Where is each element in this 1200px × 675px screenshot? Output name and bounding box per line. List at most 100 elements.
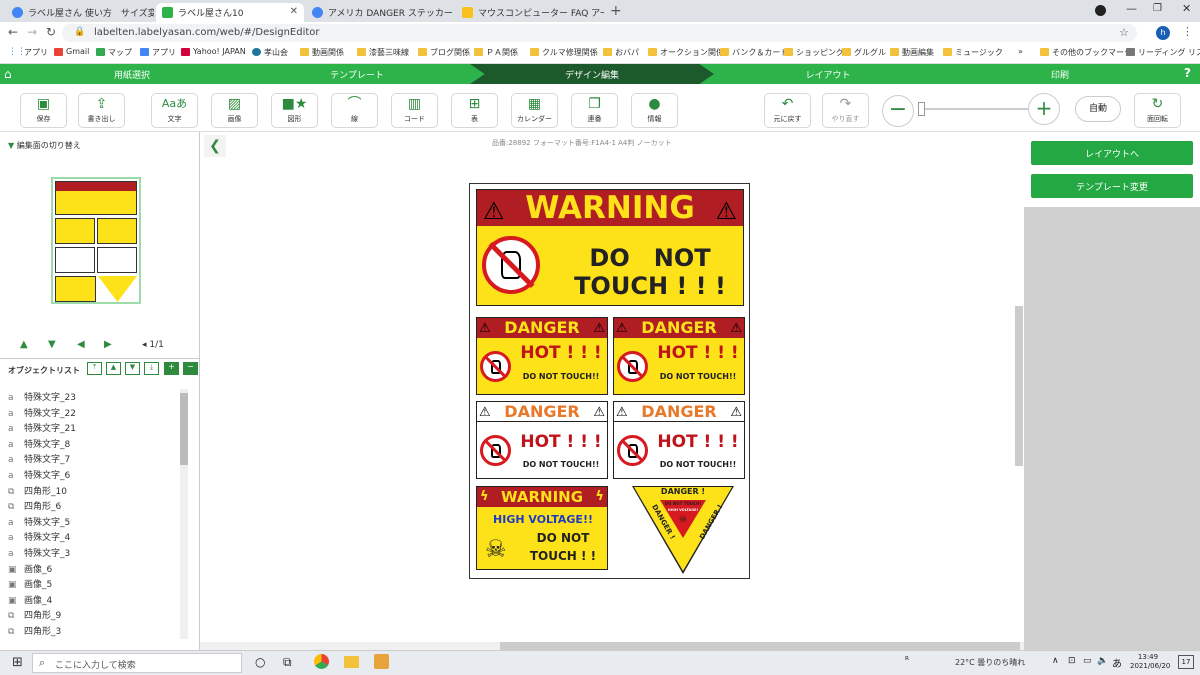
bookmark-folder[interactable]: その他のブックマーク <box>1040 47 1132 58</box>
text-button[interactable]: Aaあ 文字 <box>151 93 198 128</box>
maximize-icon[interactable]: ❐ <box>1153 3 1162 14</box>
info-button[interactable]: ● 情報 <box>631 93 678 128</box>
object-list-item[interactable]: a 特殊文字_22 <box>8 406 76 419</box>
change-template-button[interactable]: テンプレート変更 <box>1031 174 1193 198</box>
zoom-slider-track[interactable] <box>918 108 1028 110</box>
avatar[interactable]: h <box>1156 26 1170 40</box>
object-list-item[interactable]: a 特殊文字_4 <box>8 530 70 543</box>
warning-label[interactable]: ⚠ WARNING ⚠ DO NOT TOUCH ! ! ! <box>476 189 744 306</box>
bookmarks-overflow[interactable]: » <box>1018 47 1023 56</box>
step-print[interactable]: 印刷 <box>942 64 1178 84</box>
bookmark-folder[interactable]: バンク＆カード <box>720 47 788 58</box>
auto-zoom-button[interactable]: 自動 <box>1075 96 1121 122</box>
calendar-button[interactable]: ▦ カレンダー <box>511 93 558 128</box>
star-icon[interactable]: ☆ <box>1119 26 1129 39</box>
new-tab-button[interactable]: + <box>610 3 622 19</box>
object-list-item[interactable]: ⧉ 四角形_10 <box>8 484 67 497</box>
export-button[interactable]: ⇪ 書き出し <box>78 93 125 128</box>
danger-hot-label[interactable]: ⚠ DANGER ⚠ HOT ! ! ! DO NOT TOUCH!! <box>476 317 608 395</box>
bookmark[interactable]: アプリ <box>140 47 176 58</box>
bookmark-folder[interactable]: ＰＡ関係 <box>474 47 518 58</box>
object-list-item[interactable]: ▣ 画像_4 <box>8 593 52 606</box>
zoom-out-button[interactable]: − <box>882 95 914 127</box>
step-template[interactable]: テンプレート <box>244 64 470 84</box>
move-up-button[interactable]: ▲ <box>106 362 121 375</box>
object-list-item[interactable]: a 特殊文字_3 <box>8 546 70 559</box>
notification-icon[interactable]: 17 <box>1178 655 1194 669</box>
high-voltage-label[interactable]: ϟ WARNING ϟ HIGH VOLTAGE!! ☠ DO NOT TOUCH … <box>476 486 608 570</box>
image-button[interactable]: ▨ 画像 <box>211 93 258 128</box>
object-list-item[interactable]: ▣ 画像_6 <box>8 562 52 575</box>
explorer-icon[interactable] <box>344 656 359 668</box>
move-top-button[interactable]: ⤒ <box>87 362 102 375</box>
bookmark-folder[interactable]: 動画編集 <box>890 47 934 58</box>
back-icon[interactable]: ← <box>8 25 18 39</box>
save-button[interactable]: ▣ 保存 <box>20 93 67 128</box>
app-icon[interactable] <box>374 654 389 669</box>
object-list-item[interactable]: ⧉ 四角形_9 <box>8 608 61 621</box>
network-icon[interactable]: ⊡ <box>1068 656 1076 666</box>
object-list-item[interactable]: a 特殊文字_5 <box>8 515 70 528</box>
bookmark[interactable]: マップ <box>96 47 132 58</box>
help-icon[interactable]: ? <box>1184 66 1191 80</box>
bookmark-folder[interactable]: ブログ関係 <box>418 47 470 58</box>
bookmark-folder[interactable]: 漆藝三味線 <box>357 47 409 58</box>
to-layout-button[interactable]: レイアウトへ <box>1031 141 1193 165</box>
object-list-item[interactable]: ⧉ 四角形_3 <box>8 624 61 637</box>
volume-icon[interactable]: 🔈 <box>1097 656 1108 666</box>
group-add-button[interactable]: + <box>164 362 179 375</box>
browser-tab[interactable]: アメリカ DANGER ステッカー 画像 - G <box>306 3 454 22</box>
last-page-icon[interactable]: ▼ <box>48 339 56 350</box>
address-bar[interactable]: 🔒 labelten.labelyasan.com/web/#/DesignEd… <box>62 24 1137 42</box>
danger-hot-white-label[interactable]: ⚠ DANGER ⚠ HOT ! ! ! DO NOT TOUCH!! <box>613 401 745 479</box>
bookmark-folder[interactable]: グルグル <box>842 47 886 58</box>
step-paper[interactable]: 用紙選択 <box>20 64 244 84</box>
danger-hot-white-label[interactable]: ⚠ DANGER ⚠ HOT ! ! ! DO NOT TOUCH!! <box>476 401 608 479</box>
chevron-up-icon[interactable]: ∧ <box>1052 656 1059 666</box>
home-icon[interactable]: ⌂ <box>4 67 12 81</box>
bookmark-folder[interactable]: ショッピング <box>784 47 844 58</box>
canvas-v-scrollbar[interactable] <box>1015 306 1023 466</box>
object-list-item[interactable]: a 特殊文字_23 <box>8 390 76 403</box>
close-window-icon[interactable]: ✕ <box>1182 2 1191 15</box>
clock[interactable]: 13:49 2021/06/20 <box>1130 653 1170 671</box>
taskbar-search[interactable]: ⌕ ここに入力して検索 <box>32 653 242 673</box>
minimize-icon[interactable]: — <box>1126 2 1137 15</box>
object-list-item[interactable]: a 特殊文字_21 <box>8 421 76 434</box>
object-list-item[interactable]: ⧉ 四角形_6 <box>8 499 61 512</box>
first-page-icon[interactable]: ▲ <box>20 339 28 350</box>
rotate-button[interactable]: ↻ 面回転 <box>1134 93 1181 128</box>
battery-icon[interactable]: ▭ <box>1083 656 1092 666</box>
people-icon[interactable]: ᴿ <box>905 656 909 666</box>
zoom-slider-handle[interactable] <box>918 102 925 116</box>
move-down-button[interactable]: ▼ <box>125 362 140 375</box>
undo-button[interactable]: ↶ 元に戻す <box>764 93 811 128</box>
bookmark-folder[interactable]: クルマ修理関係 <box>530 47 598 58</box>
cortana-icon[interactable]: ○ <box>255 655 265 669</box>
prev-page-icon[interactable]: ◀ <box>77 339 85 350</box>
sequence-button[interactable]: ❐ 連番 <box>571 93 618 128</box>
bookmark-folder[interactable]: おバパ <box>603 47 639 58</box>
move-bottom-button[interactable]: ⤓ <box>144 362 159 375</box>
object-list-item[interactable]: a 特殊文字_7 <box>8 452 70 465</box>
bookmark[interactable]: Gmail <box>54 47 89 56</box>
bookmark-folder[interactable]: オークション関係 <box>648 47 724 58</box>
line-button[interactable]: ⌒ 線 <box>331 93 378 128</box>
danger-triangle-label[interactable]: DANGER ! DO NOT TOUCH! HIGH VOLTAGE! ☠ D… <box>632 486 734 574</box>
canvas-h-scrollbar[interactable] <box>200 642 1024 650</box>
redo-button[interactable]: ↷ やり直す <box>822 93 869 128</box>
step-layout[interactable]: レイアウト <box>714 64 942 84</box>
switch-face-header[interactable]: ▼ 編集面の切り替え <box>8 140 81 151</box>
step-design[interactable]: デザイン編集 <box>470 64 714 84</box>
browser-tab-active[interactable]: ラベル屋さん10 ✕ <box>156 3 304 22</box>
next-page-icon[interactable]: ▶ <box>104 339 112 350</box>
profile-circle-icon[interactable] <box>1095 5 1106 16</box>
bookmark-folder[interactable]: 動画関係 <box>300 47 344 58</box>
weather-widget[interactable]: 22°C 曇りのち晴れ <box>955 657 1025 668</box>
group-remove-button[interactable]: − <box>183 362 198 375</box>
object-list-scrollbar[interactable] <box>180 389 188 639</box>
code-button[interactable]: ▥ コード <box>391 93 438 128</box>
windows-start-icon[interactable]: ⊞ <box>12 655 23 670</box>
bookmark[interactable]: アプリ <box>16 47 48 58</box>
browser-tab[interactable]: マウスコンピューター FAQ アーカイブペー <box>456 3 604 22</box>
